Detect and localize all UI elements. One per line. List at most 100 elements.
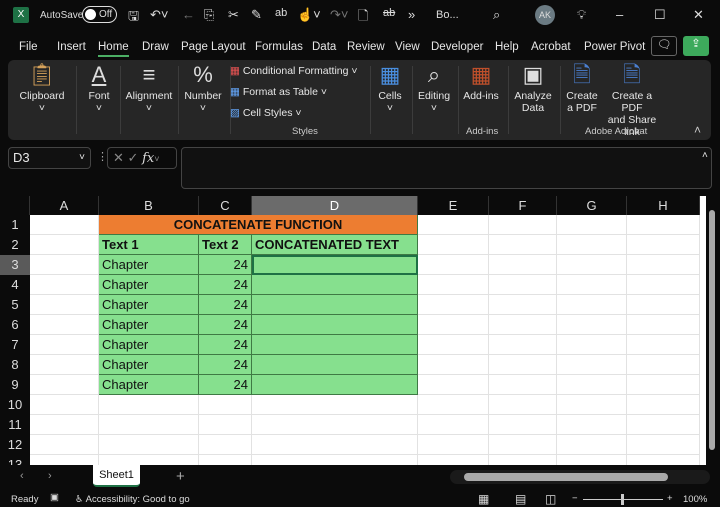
row-header-11[interactable]: 11: [0, 415, 30, 435]
column-header-D[interactable]: D: [252, 196, 418, 215]
tab-formulas[interactable]: Formulas: [255, 41, 303, 53]
touch-icon[interactable]: ☝˅: [297, 7, 321, 23]
cell[interactable]: [557, 415, 627, 435]
table-cell[interactable]: Chapter: [99, 295, 199, 315]
format-as-table-button[interactable]: ▦ Format as Table ˅: [230, 86, 327, 98]
cell[interactable]: [30, 255, 99, 275]
table-header[interactable]: Text 2: [199, 235, 252, 255]
alignment-button[interactable]: ≡ Alignment ˅: [120, 60, 178, 140]
cell[interactable]: [627, 235, 700, 255]
cell[interactable]: [627, 375, 700, 395]
cell[interactable]: [627, 335, 700, 355]
cell[interactable]: [30, 315, 99, 335]
concatenated-cell[interactable]: [252, 355, 418, 375]
cell[interactable]: [557, 275, 627, 295]
cell[interactable]: [30, 235, 99, 255]
tab-data[interactable]: Data: [312, 41, 336, 53]
table-cell[interactable]: Chapter: [99, 255, 199, 275]
cell[interactable]: [627, 455, 700, 465]
avatar[interactable]: AK: [535, 5, 555, 25]
cut-icon[interactable]: ✂: [228, 7, 239, 23]
font-button[interactable]: A Font ˅: [78, 60, 120, 140]
table-header[interactable]: CONCATENATED TEXT: [252, 235, 418, 255]
number-button[interactable]: % Number ˅: [178, 60, 228, 140]
table-cell[interactable]: 24: [199, 255, 252, 275]
column-header-F[interactable]: F: [489, 196, 557, 215]
share-button[interactable]: ⇪: [683, 36, 709, 56]
column-header-A[interactable]: A: [30, 196, 99, 215]
column-header-B[interactable]: B: [99, 196, 199, 215]
strikethrough-icon[interactable]: ab: [383, 7, 395, 19]
cell[interactable]: [252, 415, 418, 435]
table-cell[interactable]: 24: [199, 355, 252, 375]
row-header-2[interactable]: 2: [0, 235, 30, 255]
autosave-toggle[interactable]: Off: [82, 6, 117, 23]
cell[interactable]: [489, 315, 557, 335]
sheet-tab-sheet1[interactable]: Sheet1: [93, 465, 140, 487]
cell[interactable]: [489, 455, 557, 465]
cell[interactable]: [199, 415, 252, 435]
minimize-icon[interactable]: –: [616, 7, 623, 22]
cell[interactable]: [489, 295, 557, 315]
cell[interactable]: [252, 455, 418, 465]
expand-formula-icon[interactable]: ˄: [702, 150, 708, 161]
cell[interactable]: [199, 455, 252, 465]
concatenated-cell[interactable]: [252, 315, 418, 335]
cell[interactable]: [418, 415, 489, 435]
cancel-icon[interactable]: ✕: [113, 150, 124, 165]
cell[interactable]: [30, 295, 99, 315]
save-icon[interactable]: 🖫: [128, 7, 139, 29]
row-header-1[interactable]: 1: [0, 215, 30, 235]
name-box[interactable]: D3 ˅: [8, 147, 91, 169]
tab-file[interactable]: File: [19, 41, 38, 53]
tab-power-pivot[interactable]: Power Pivot: [584, 41, 645, 53]
row-header-9[interactable]: 9: [0, 375, 30, 395]
cell[interactable]: [489, 355, 557, 375]
cell[interactable]: [418, 315, 489, 335]
cell[interactable]: [418, 335, 489, 355]
cell[interactable]: [418, 295, 489, 315]
concatenated-cell[interactable]: [252, 275, 418, 295]
add-sheet-button[interactable]: +: [176, 468, 185, 485]
cell[interactable]: [557, 295, 627, 315]
editing-button[interactable]: ⌕ Editing ˅: [412, 60, 456, 140]
row-header-6[interactable]: 6: [0, 315, 30, 335]
cell[interactable]: [418, 455, 489, 465]
zoom-level[interactable]: 100%: [683, 494, 707, 505]
insert-function-button[interactable]: fx: [142, 151, 154, 166]
row-header-7[interactable]: 7: [0, 335, 30, 355]
cell[interactable]: [557, 395, 627, 415]
cell[interactable]: [627, 315, 700, 335]
page-layout-view-icon[interactable]: ▤: [515, 492, 526, 506]
tab-page-layout[interactable]: Page Layout: [181, 41, 246, 53]
tab-acrobat[interactable]: Acrobat: [531, 41, 571, 53]
accessibility-status[interactable]: ♿︎ Accessibility: Good to go: [75, 494, 190, 505]
cell[interactable]: [557, 215, 627, 235]
table-title[interactable]: CONCATENATE FUNCTION: [99, 215, 418, 235]
cell[interactable]: [489, 395, 557, 415]
tab-insert[interactable]: Insert: [57, 41, 86, 53]
cell[interactable]: [627, 215, 700, 235]
tab-help[interactable]: Help: [495, 41, 519, 53]
copy-icon[interactable]: ⎘: [204, 7, 214, 23]
cell[interactable]: [418, 255, 489, 275]
cell[interactable]: [489, 215, 557, 235]
cell[interactable]: [199, 395, 252, 415]
page-break-view-icon[interactable]: ◫: [545, 492, 556, 506]
row-header-12[interactable]: 12: [0, 435, 30, 455]
lightbulb-icon[interactable]: 💡︎: [577, 7, 586, 23]
cell[interactable]: [557, 255, 627, 275]
cell[interactable]: [99, 415, 199, 435]
cell[interactable]: [489, 335, 557, 355]
cell[interactable]: [418, 355, 489, 375]
more-commands[interactable]: »: [408, 7, 415, 22]
vertical-scrollbar[interactable]: [706, 196, 720, 465]
cell[interactable]: [557, 375, 627, 395]
tab-home[interactable]: Home: [98, 41, 129, 57]
clipboard-button[interactable]: 📋︎ Clipboard ˅: [12, 60, 72, 140]
cell[interactable]: [557, 435, 627, 455]
cell[interactable]: [99, 455, 199, 465]
cells-button[interactable]: ▦ Cells ˅: [370, 60, 410, 140]
next-sheet-icon[interactable]: ›: [48, 470, 52, 482]
cell[interactable]: [627, 415, 700, 435]
